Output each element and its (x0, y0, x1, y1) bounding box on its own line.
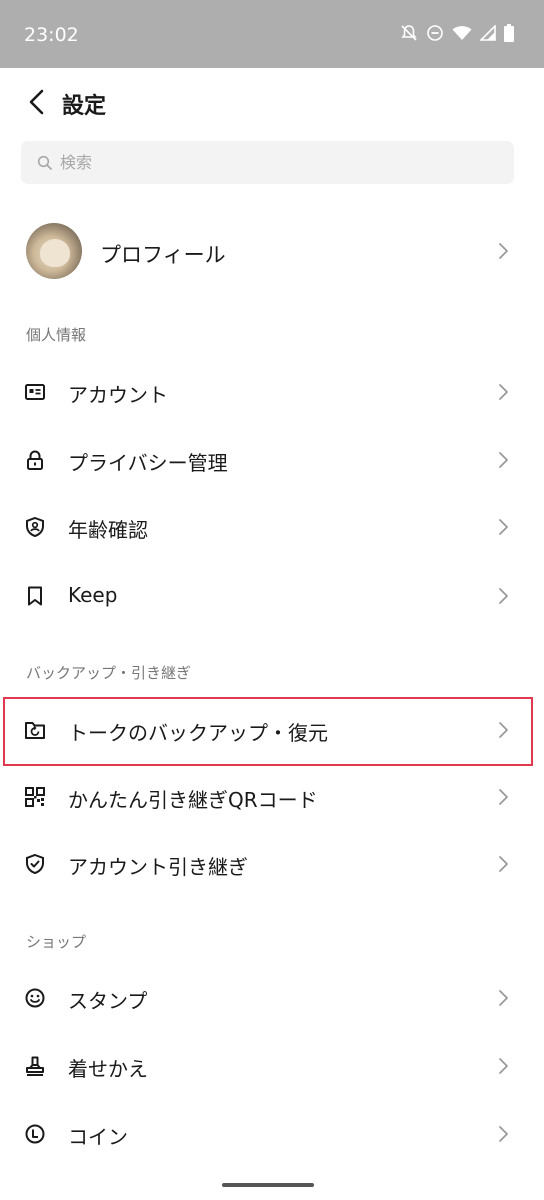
search-input[interactable] (58, 152, 462, 173)
section-header-backup: バックアップ・引き継ぎ (26, 664, 192, 682)
settings-item-account-transfer[interactable]: アカウント引き継ぎ (0, 834, 544, 894)
section-header-shop: ショップ (26, 933, 87, 951)
settings-item-label: アカウント引き継ぎ (68, 855, 248, 879)
id-card-icon (24, 381, 46, 403)
settings-item-label: 着せかえ (68, 1057, 148, 1081)
do-not-disturb-icon (426, 24, 444, 42)
signal-icon (480, 25, 496, 41)
smile-icon (24, 987, 46, 1009)
settings-item-label: Keep (68, 583, 118, 607)
chevron-right-icon (498, 1125, 510, 1143)
shield-person-icon (24, 516, 46, 538)
settings-item-coin[interactable]: コイン (0, 1104, 544, 1164)
back-button[interactable] (20, 86, 52, 122)
page-title: 設定 (62, 94, 107, 119)
profile-label: プロフィール (100, 243, 226, 267)
section-header-personal: 個人情報 (26, 326, 87, 344)
back-arrow-icon (28, 89, 44, 119)
wifi-icon (452, 25, 472, 41)
settings-item-label: 年齢確認 (68, 518, 148, 542)
chevron-right-icon (498, 451, 510, 469)
chevron-right-icon (498, 383, 510, 401)
header: 設定 (0, 68, 544, 138)
qr-code-icon (24, 786, 46, 808)
chevron-right-icon (498, 242, 510, 260)
home-indicator[interactable] (222, 1183, 314, 1187)
chevron-right-icon (498, 989, 510, 1007)
bookmark-icon (24, 585, 46, 607)
clock-coin-icon (24, 1123, 46, 1145)
search-box[interactable] (21, 141, 514, 184)
chevron-right-icon (498, 518, 510, 536)
chevron-right-icon (498, 1057, 510, 1075)
status-time: 23:02 (24, 24, 79, 46)
settings-item-age-verification[interactable]: 年齢確認 (0, 497, 544, 557)
settings-item-qr-transfer[interactable]: かんたん引き継ぎQRコード (0, 767, 544, 827)
settings-item-label: スタンプ (68, 989, 148, 1013)
settings-item-privacy[interactable]: プライバシー管理 (0, 430, 544, 490)
settings-item-label: アカウント (68, 383, 168, 407)
settings-item-stamp[interactable]: スタンプ (0, 968, 544, 1028)
status-bar: 23:02 (0, 0, 544, 68)
shield-check-icon (24, 853, 46, 875)
chevron-right-icon (498, 855, 510, 873)
settings-item-theme[interactable]: 着せかえ (0, 1036, 544, 1096)
lock-icon (24, 449, 46, 471)
battery-icon (504, 24, 514, 42)
notifications-off-icon (400, 24, 418, 42)
settings-item-label: プライバシー管理 (68, 451, 228, 475)
status-icons (400, 24, 514, 42)
chevron-right-icon (498, 587, 510, 605)
highlight-box (3, 697, 533, 766)
profile-row[interactable]: プロフィール (0, 215, 544, 287)
settings-item-account[interactable]: アカウント (0, 362, 544, 422)
settings-item-label: かんたん引き継ぎQRコード (68, 788, 318, 812)
settings-item-keep[interactable]: Keep (0, 566, 544, 626)
avatar (26, 223, 82, 279)
search-icon (37, 155, 53, 171)
chevron-right-icon (498, 788, 510, 806)
stamp-icon (24, 1055, 46, 1077)
settings-item-label: コイン (68, 1125, 128, 1149)
